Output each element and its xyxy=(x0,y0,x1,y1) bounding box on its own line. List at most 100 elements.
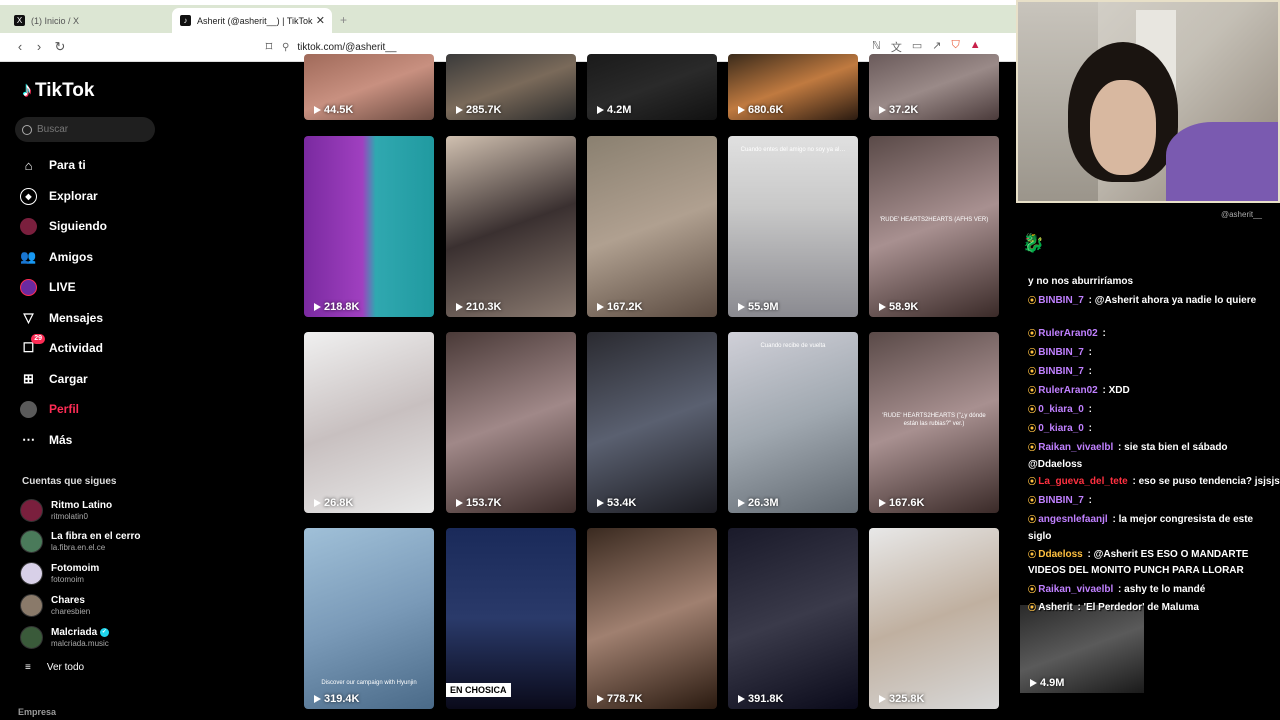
chat-username: La_gueva_del_tete xyxy=(1038,476,1128,487)
followed-account[interactable]: Malcriada ✓ malcriada.music xyxy=(20,626,109,649)
site-info-icon[interactable]: ⚲ xyxy=(282,42,289,53)
play-icon xyxy=(879,695,886,703)
view-count: 325.8K xyxy=(879,693,924,705)
nav-label: LIVE xyxy=(49,280,76,294)
partial-video-thumbnail[interactable]: 4.9M xyxy=(1020,605,1144,693)
chat-badge-icon: ⦿ xyxy=(1028,348,1039,357)
chat-badge-icon: ⦿ xyxy=(1028,424,1039,433)
view-count: 391.8K xyxy=(738,693,783,705)
back-icon[interactable]: ‹ xyxy=(13,39,27,54)
view-count-text: 37.2K xyxy=(889,104,919,116)
brave-shield-icon[interactable]: ⛉ xyxy=(951,39,959,55)
followed-account[interactable]: Ritmo Latino ritmolatin0 xyxy=(20,499,112,522)
video-card[interactable]: 778.7K xyxy=(587,528,717,709)
new-tab-button[interactable]: + xyxy=(340,13,347,27)
compass-icon: ◆ xyxy=(20,187,37,205)
play-icon xyxy=(597,695,604,703)
footer-empresa[interactable]: Empresa xyxy=(18,707,56,717)
video-card[interactable]: Cuando recibe de vuelta 26.3M xyxy=(728,332,858,513)
video-card[interactable]: 'RUDE' HEARTS2HEARTS (AFHS VER) 58.9K xyxy=(869,136,999,317)
chat-text: : @Asherit ahora ya nadie lo quiere xyxy=(1085,295,1257,306)
see-all-link[interactable]: ≡ Ver todo xyxy=(25,662,84,673)
pip-icon[interactable]: ▭ xyxy=(912,39,922,55)
followed-account[interactable]: Chares charesbien xyxy=(20,594,90,617)
chat-text: @Ddaeloss xyxy=(1028,459,1083,470)
video-card[interactable]: 53.4K xyxy=(587,332,717,513)
search-input[interactable]: Buscar xyxy=(15,117,155,142)
chat-text: : xyxy=(1099,328,1106,339)
video-card[interactable]: 391.8K xyxy=(728,528,858,709)
nav-item-mensajes[interactable]: ▽ Mensajes xyxy=(20,307,104,329)
video-card[interactable]: 44.5K xyxy=(304,54,434,120)
play-icon xyxy=(597,303,604,311)
chat-message: ⦿ BINBIN_7 : xyxy=(1028,366,1092,377)
video-card[interactable]: Cuando entes del amigo no soy ya al… 55.9… xyxy=(728,136,858,317)
video-card[interactable]: 167.2K xyxy=(587,136,717,317)
video-card[interactable]: 285.7K xyxy=(446,54,576,120)
nav-item-siguiendo[interactable]: Siguiendo xyxy=(20,215,107,237)
bookmark-icon[interactable]: ⌑ xyxy=(262,39,276,55)
video-caption: Cuando recibe de vuelta xyxy=(760,343,826,349)
view-count: 4.2M xyxy=(597,104,631,116)
nav-label: Perfil xyxy=(49,402,80,416)
share-icon[interactable]: ↗ xyxy=(932,39,941,55)
video-card[interactable]: 37.2K xyxy=(869,54,999,120)
nav-item-explorar[interactable]: ◆ Explorar xyxy=(20,185,98,207)
nav-item-para-ti[interactable]: ⌂ Para ti xyxy=(20,154,86,176)
nav-item-cargar[interactable]: ⊞ Cargar xyxy=(20,368,88,390)
account-handle: malcriada.music xyxy=(51,639,109,648)
video-card[interactable]: 153.7K xyxy=(446,332,576,513)
reader-icon[interactable]: ℕ xyxy=(872,39,881,55)
video-card[interactable]: 210.3K xyxy=(446,136,576,317)
tiktok-logo[interactable]: ♪ TikTok xyxy=(22,79,94,102)
nav-item-perfil[interactable]: Perfil xyxy=(20,398,79,420)
video-card[interactable]: EN CHOSICA xyxy=(446,528,576,709)
nav-item-live[interactable]: LIVE xyxy=(20,276,76,298)
chat-username: RulerAran02 xyxy=(1038,328,1098,339)
view-count-text: 325.8K xyxy=(889,693,925,705)
view-count-text: 319.4K xyxy=(324,693,360,705)
chat-message: ⦿ Ddaeloss : @Asherit ES ESO O MANDARTE xyxy=(1028,549,1248,560)
avatar xyxy=(20,562,43,585)
play-icon xyxy=(879,106,886,114)
home-icon: ⌂ xyxy=(24,157,33,173)
reload-icon[interactable]: ↻ xyxy=(53,39,67,55)
streamer-webcam xyxy=(1016,0,1280,203)
stream-chat: @asherit__ 🐉 4.9M y no nos aburriríamos ⦿… xyxy=(1016,203,1280,720)
view-count: 680.6K xyxy=(738,104,783,116)
video-card[interactable]: 325.8K xyxy=(869,528,999,709)
view-count-text: 210.3K xyxy=(466,301,502,313)
avatar xyxy=(20,594,43,617)
forward-icon[interactable]: › xyxy=(32,39,46,54)
nav-item-amigos[interactable]: 👥 Amigos xyxy=(20,246,93,268)
account-name: Ritmo Latino xyxy=(51,500,113,511)
video-card[interactable]: 680.6K xyxy=(728,54,858,120)
view-count: 55.9M xyxy=(738,301,779,313)
view-count: 153.7K xyxy=(456,497,501,509)
chat-text: : xyxy=(1085,404,1092,415)
chat-username: 0_kiara_0 xyxy=(1038,404,1084,415)
video-card[interactable]: 218.8K xyxy=(304,136,434,317)
video-card[interactable]: Discover our campaign with Hyunjin 319.4K xyxy=(304,528,434,709)
nav-item-mas[interactable]: ⋯ Más xyxy=(20,429,72,451)
video-card[interactable]: 26.8K xyxy=(304,332,434,513)
view-count-text: 44.5K xyxy=(324,104,354,116)
inbox-icon: ▽ xyxy=(23,310,34,325)
video-card[interactable]: 'RUDE' HEARTS2HEARTS ("¿y dónde están la… xyxy=(869,332,999,513)
chat-username: BINBIN_7 xyxy=(1038,366,1084,377)
view-count: 44.5K xyxy=(314,104,353,116)
translate-icon[interactable]: 文 xyxy=(891,39,902,55)
video-card[interactable]: 4.2M xyxy=(587,54,717,120)
tab-tiktok-profile[interactable]: ♪ Asherit (@asherit__) | TikTok ✕ xyxy=(172,8,332,33)
followed-account[interactable]: La fibra en el cerro la.fibra.en.el.ce xyxy=(20,530,140,553)
brave-rewards-icon[interactable]: ▲ xyxy=(970,39,981,55)
followed-account[interactable]: Fotomoim fotomoim xyxy=(20,562,99,585)
chat-badge-icon: ⦿ xyxy=(1028,329,1039,338)
chat-message: ⦿ La_gueva_del_tete : eso se puso tenden… xyxy=(1028,476,1280,487)
chat-message: ⦿ BINBIN_7 : xyxy=(1028,495,1092,506)
close-tab-icon[interactable]: ✕ xyxy=(316,14,325,27)
view-count-text: 55.9M xyxy=(748,301,779,313)
nav-item-actividad[interactable]: ☐ 29 Actividad xyxy=(20,333,103,359)
tab-x-home[interactable]: X (1) Inicio / X xyxy=(6,8,172,33)
chat-text: : XDD xyxy=(1099,385,1130,396)
